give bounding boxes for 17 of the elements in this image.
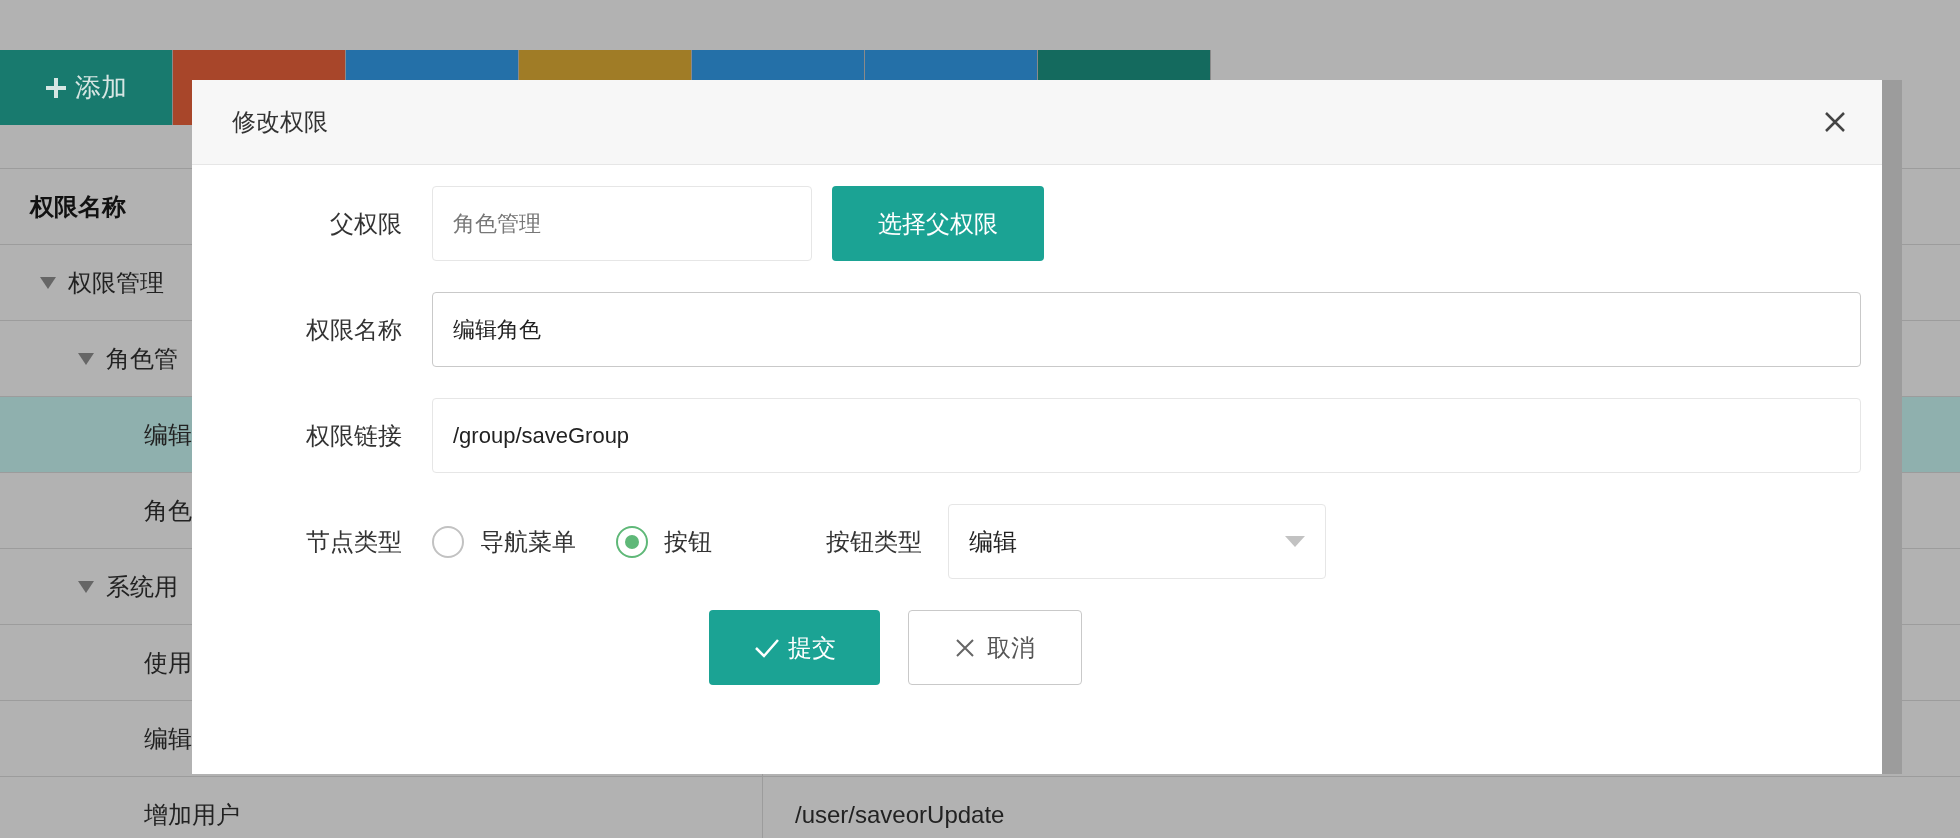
table-cell-text: 权限管理: [68, 267, 164, 298]
table-cell-text: 编辑: [144, 723, 192, 754]
field-label: 权限链接: [305, 420, 403, 451]
table-cell-text: 使用: [144, 647, 192, 678]
table-cell-text: 编辑: [144, 419, 192, 450]
table-cell-text: 系统用: [106, 571, 178, 602]
radio-label: 导航菜单: [480, 526, 576, 557]
radio-label: 按钮: [664, 526, 712, 557]
field-label: 按钮类型: [826, 526, 922, 557]
table-cell-text: 增加用户: [144, 799, 240, 830]
field-label: 节点类型: [305, 526, 403, 557]
table-cell-text: /user/saveorUpdate: [795, 799, 1005, 830]
table-cell-text: 角色: [144, 495, 192, 526]
field-label: 父权限: [329, 208, 403, 239]
field-label: 权限名称: [305, 314, 403, 345]
table-cell-text: 角色管: [106, 343, 178, 374]
dialog-title: 修改权限: [232, 107, 328, 137]
